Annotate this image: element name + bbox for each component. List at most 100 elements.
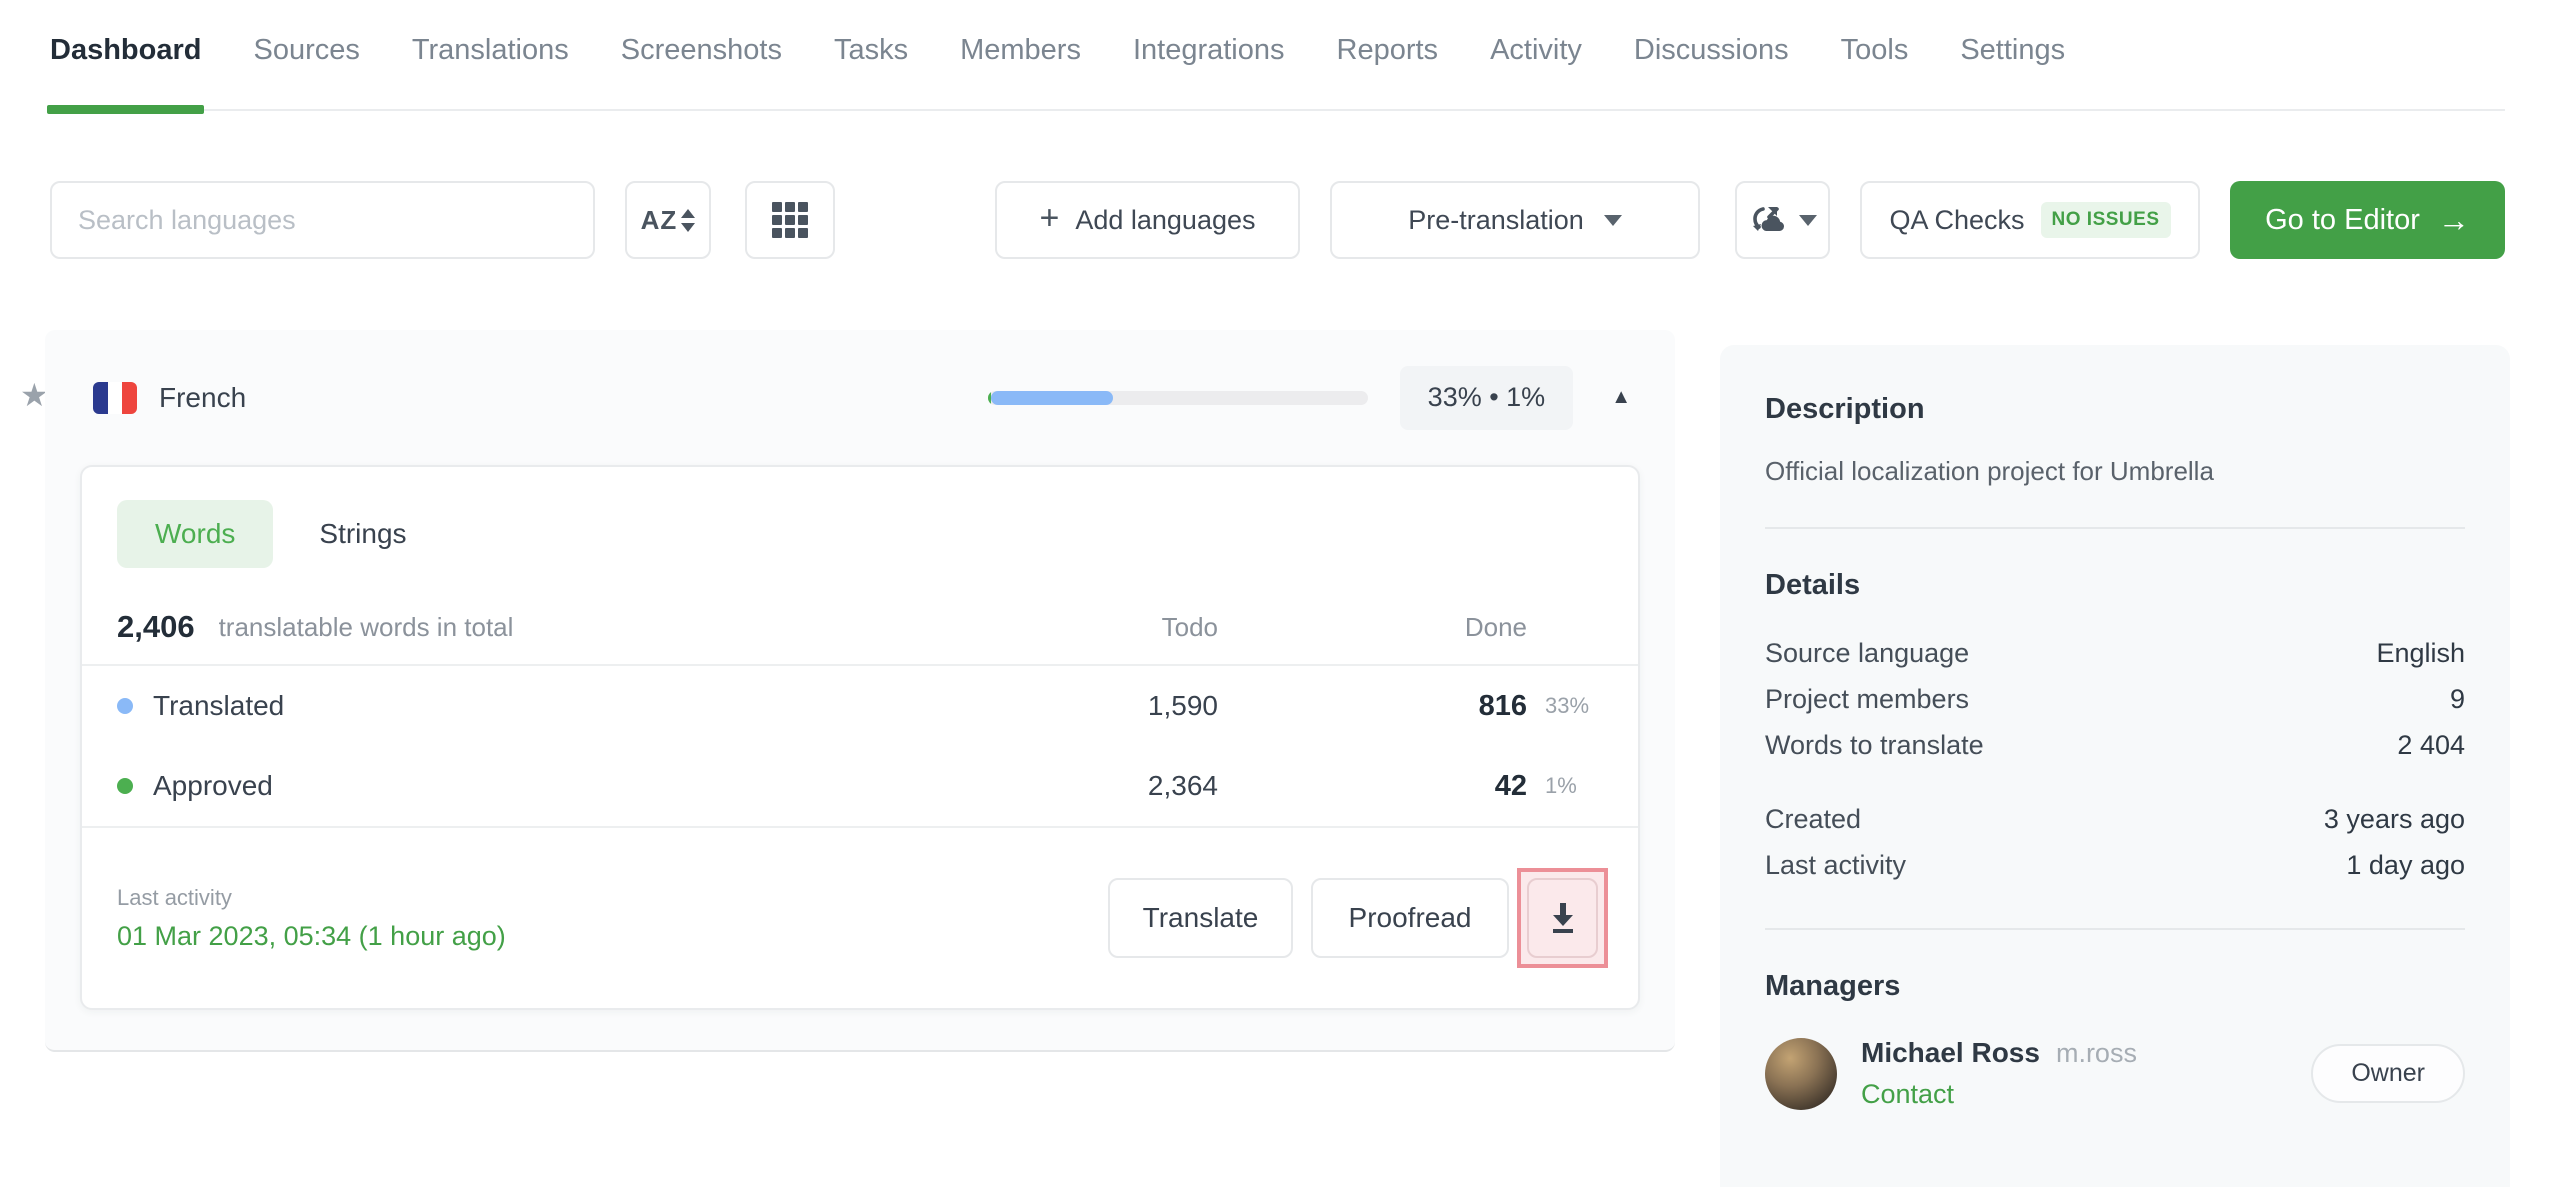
details-title: Details [1765, 569, 1861, 601]
sort-arrows-icon [681, 208, 696, 232]
tab-tasks[interactable]: Tasks [834, 34, 908, 109]
go-to-editor-label: Go to Editor [2265, 203, 2420, 236]
detail-label: Last activity [1765, 850, 1907, 880]
detail-value: 9 [2449, 684, 2465, 714]
language-header[interactable]: French 33% • 1% ▲ [45, 330, 1675, 465]
tab-strings[interactable]: Strings [319, 500, 406, 568]
tab-members[interactable]: Members [960, 34, 1081, 109]
description-body: Official localization project for Umbrel… [1765, 456, 2214, 486]
detail-label: Project members [1765, 684, 1970, 714]
tab-words[interactable]: Words [117, 500, 274, 568]
sort-button[interactable]: AZ [625, 181, 711, 259]
chevron-down-icon [1603, 214, 1622, 226]
last-activity-link[interactable]: 01 Mar 2023, 05:34 (1 hour ago) [117, 921, 506, 952]
qa-checks-label: QA Checks [1889, 204, 2025, 235]
row-label: Translated [153, 690, 285, 721]
detail-label: Words to translate [1765, 730, 1984, 760]
grid-view-button[interactable] [745, 181, 835, 259]
translate-button[interactable]: Translate [1108, 878, 1293, 958]
detail-label: Created [1765, 804, 1862, 834]
collapse-chevron-icon[interactable]: ▲ [1611, 386, 1631, 409]
owner-badge: Owner [2311, 1044, 2465, 1103]
column-header-done: Done [1464, 611, 1527, 642]
divider [1765, 928, 2465, 930]
avatar [1765, 1037, 1837, 1110]
add-languages-button[interactable]: + Add languages [995, 181, 1300, 259]
row-label: Approved [153, 770, 273, 801]
contact-link[interactable]: Contact [1861, 1079, 2137, 1110]
language-card-french: French 33% • 1% ▲ Words Strings 2,406 tr… [45, 330, 1675, 1052]
qa-checks-button[interactable]: QA Checks NO ISSUES [1860, 181, 2200, 259]
search-input[interactable] [52, 204, 593, 236]
tab-reports[interactable]: Reports [1337, 34, 1439, 109]
translated-dot-icon [117, 698, 133, 714]
tab-translations[interactable]: Translations [412, 34, 569, 109]
manager-info: Michael Ross m.ross Contact [1861, 1037, 2137, 1110]
tab-dashboard[interactable]: Dashboard [46, 34, 205, 114]
add-languages-label: Add languages [1075, 204, 1256, 235]
last-activity-label: Last activity [117, 884, 232, 910]
tab-tools[interactable]: Tools [1841, 34, 1909, 109]
detail-last-activity: Last activity 1 day ago [1765, 842, 2465, 888]
details-list: Source language English Project members … [1765, 630, 2465, 888]
total-words-value: 2,406 [117, 609, 195, 644]
table-row-approved: Approved 2,364 42 1% [82, 746, 1638, 826]
translation-progress-bar [987, 390, 1368, 405]
detail-source-language: Source language English [1765, 630, 2465, 676]
manager-username: m.ross [2055, 1038, 2137, 1068]
french-flag-icon [93, 381, 137, 414]
translated-percent: 33% [1545, 693, 1590, 718]
top-nav: Dashboard Sources Translations Screensho… [46, 0, 2505, 114]
manager-row: Michael Ross m.ross Contact Owner [1765, 1037, 2465, 1110]
project-side-panel: Description Official localization projec… [1720, 345, 2510, 1187]
approved-dot-icon [117, 778, 133, 794]
download-button[interactable] [1527, 878, 1598, 958]
detail-value: 2 404 [2397, 730, 2465, 760]
progress-fill-translated [991, 390, 1114, 405]
card-footer: Last activity 01 Mar 2023, 05:34 (1 hour… [82, 826, 1638, 1008]
language-stats-card: Words Strings 2,406 translatable words i… [80, 465, 1640, 1010]
column-header-todo: Todo [1161, 611, 1218, 642]
toolbar: AZ + Add languages Pre-translation Q [50, 181, 2505, 259]
sort-az-icon: AZ [640, 204, 678, 235]
managers-title: Managers [1765, 970, 1901, 1002]
progress-percent-badge: 33% • 1% [1399, 365, 1574, 430]
footer-buttons: Translate Proofread [1108, 868, 1608, 968]
translated-todo-value: 1,590 [1147, 690, 1218, 721]
grid-view-icon [772, 202, 808, 238]
arrow-right-icon: → [2437, 202, 2470, 238]
approved-done-value: 42 [1494, 769, 1527, 802]
pre-translation-dropdown[interactable]: Pre-translation [1330, 181, 1700, 259]
tab-sources[interactable]: Sources [253, 34, 359, 109]
proofread-button[interactable]: Proofread [1311, 878, 1509, 958]
manager-name: Michael Ross [1861, 1037, 2040, 1068]
tab-activity[interactable]: Activity [1490, 34, 1582, 109]
detail-value: English [2376, 638, 2465, 668]
download-icon [1547, 900, 1579, 936]
tab-discussions[interactable]: Discussions [1634, 34, 1789, 109]
tab-screenshots[interactable]: Screenshots [621, 34, 782, 109]
detail-value: 3 years ago [2323, 804, 2465, 834]
tab-settings[interactable]: Settings [1960, 34, 2065, 109]
search-languages-field[interactable] [50, 181, 595, 259]
approved-percent: 1% [1545, 773, 1577, 798]
detail-value: 1 day ago [2346, 850, 2465, 880]
go-to-editor-button[interactable]: Go to Editor → [2230, 181, 2505, 259]
qa-status-badge: NO ISSUES [2040, 202, 2171, 238]
machine-translation-dropdown[interactable] [1735, 181, 1830, 259]
pre-translation-label: Pre-translation [1408, 204, 1584, 235]
last-activity-block: Last activity 01 Mar 2023, 05:34 (1 hour… [117, 885, 506, 952]
units-tabs: Words Strings [82, 467, 1638, 590]
table-row-translated: Translated 1,590 816 33% [82, 666, 1638, 746]
stats-header-row: 2,406 translatable words in total Todo D… [82, 590, 1638, 666]
download-button-highlight [1517, 868, 1608, 968]
sync-cloud-icon [1749, 203, 1787, 237]
chevron-down-icon [1798, 214, 1817, 226]
plus-icon: + [1039, 199, 1060, 237]
total-words-label: translatable words in total [218, 611, 514, 642]
detail-created: Created 3 years ago [1765, 796, 2465, 842]
tab-integrations[interactable]: Integrations [1133, 34, 1285, 109]
divider [1765, 527, 2465, 529]
approved-todo-value: 2,364 [1147, 770, 1218, 801]
detail-project-members: Project members 9 [1765, 676, 2465, 722]
